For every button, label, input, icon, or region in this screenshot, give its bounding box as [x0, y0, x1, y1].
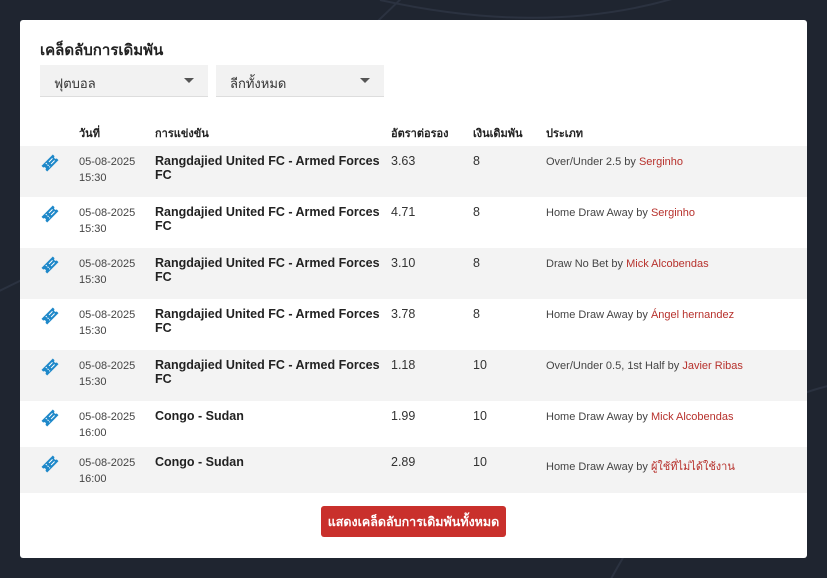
league-select[interactable]: ลีกทั้งหมด [216, 65, 384, 97]
header-date: วันที่ [79, 128, 100, 140]
tip-time: 15:30 [79, 172, 107, 184]
tip-odds: 1.99 [391, 409, 416, 423]
tip-date: 05-08-2025 [79, 207, 136, 219]
tip-type: Draw No Bet by Mick Alcobendas [546, 258, 709, 270]
tip-stake: 10 [473, 455, 487, 469]
tip-type: Home Draw Away by Mick Alcobendas [546, 411, 734, 423]
tipster-link[interactable]: Ángel hernandez [651, 309, 734, 321]
tip-odds: 3.78 [391, 307, 416, 321]
tip-by-label: by [636, 411, 648, 423]
tip-stake: 8 [473, 154, 480, 168]
tip-date: 05-08-2025 [79, 457, 136, 469]
show-all-tips-button[interactable]: แสดงเคล็ดลับการเดิมพันทั้งหมด [321, 506, 506, 537]
tip-date: 05-08-2025 [79, 258, 136, 270]
tip-datetime: 05-08-2025 16:00 [79, 409, 135, 441]
tip-datetime: 05-08-2025 16:00 [79, 455, 135, 487]
tip-odds: 3.63 [391, 154, 416, 168]
tip-date: 05-08-2025 [79, 360, 136, 372]
sport-select-value: ฟุตบอล [54, 76, 96, 91]
tip-match: Rangdajied United FC - Armed Forces FC [155, 358, 380, 386]
ticket-icon[interactable] [41, 358, 59, 376]
tip-type: Over/Under 2.5 by Serginho [546, 156, 683, 168]
tip-by-label: by [636, 207, 648, 219]
tip-time: 16:00 [79, 473, 107, 485]
page-title: เคล็ดลับการเดิมพัน [40, 42, 164, 59]
tip-time: 15:30 [79, 274, 107, 286]
header-match: การแข่งขัน [155, 128, 209, 140]
sport-select[interactable]: ฟุตบอล [40, 65, 208, 97]
tipster-link[interactable]: Javier Ribas [682, 360, 743, 372]
tipster-link[interactable]: ผู้ใช้ที่ไม่ได้ใช้งาน [651, 461, 735, 473]
tip-match: Rangdajied United FC - Armed Forces FC [155, 307, 380, 335]
tip-bet-type: Home Draw Away [546, 207, 634, 219]
tip-by-label: by [636, 309, 648, 321]
tip-datetime: 05-08-2025 15:30 [79, 256, 135, 288]
tip-odds: 3.10 [391, 256, 416, 270]
ticket-icon[interactable] [41, 256, 59, 274]
tip-stake: 8 [473, 205, 480, 219]
tip-time: 16:00 [79, 427, 107, 439]
tip-time: 15:30 [79, 325, 107, 337]
tip-date: 05-08-2025 [79, 411, 136, 423]
ticket-icon[interactable] [41, 154, 59, 172]
table-row: 05-08-2025 15:30 Rangdajied United FC - … [20, 146, 807, 197]
tip-odds: 1.18 [391, 358, 416, 372]
header-type: ประเภท [546, 128, 584, 140]
tip-stake: 8 [473, 307, 480, 321]
tip-datetime: 05-08-2025 15:30 [79, 205, 135, 237]
tip-match: Congo - Sudan [155, 409, 244, 423]
tip-datetime: 05-08-2025 15:30 [79, 307, 135, 339]
ticket-icon[interactable] [41, 307, 59, 325]
tip-odds: 4.71 [391, 205, 416, 219]
tip-type: Over/Under 0.5, 1st Half by Javier Ribas [546, 360, 743, 372]
table-row: 05-08-2025 16:00 Congo - Sudan 2.89 10 H… [20, 447, 807, 493]
tip-stake: 8 [473, 256, 480, 270]
tip-date: 05-08-2025 [79, 156, 136, 168]
betting-tips-card: เคล็ดลับการเดิมพัน ฟุตบอล ลีกทั้งหมด วัน… [20, 20, 807, 558]
tip-time: 15:30 [79, 376, 107, 388]
tip-by-label: by [611, 258, 624, 270]
tip-by-label: by [667, 360, 680, 372]
tip-datetime: 05-08-2025 15:30 [79, 358, 135, 390]
tip-bet-type: Over/Under 2.5 [546, 156, 622, 168]
tip-odds: 2.89 [391, 455, 416, 469]
table-row: 05-08-2025 16:00 Congo - Sudan 1.99 10 H… [20, 401, 807, 447]
tip-match: Rangdajied United FC - Armed Forces FC [155, 205, 380, 233]
tip-by-label: by [624, 156, 636, 168]
header-stake: เงินเดิมพัน [473, 128, 523, 140]
tip-date: 05-08-2025 [79, 309, 136, 321]
tip-match: Rangdajied United FC - Armed Forces FC [155, 256, 380, 284]
tip-type: Home Draw Away by ผู้ใช้ที่ไม่ได้ใช้งาน [546, 457, 735, 475]
tip-match: Rangdajied United FC - Armed Forces FC [155, 154, 380, 182]
tip-match: Congo - Sudan [155, 455, 244, 469]
tip-time: 15:30 [79, 223, 107, 235]
table-row: 05-08-2025 15:30 Rangdajied United FC - … [20, 350, 807, 401]
league-select-value: ลีกทั้งหมด [230, 76, 287, 91]
tip-type: Home Draw Away by Ángel hernandez [546, 309, 734, 321]
tip-bet-type: Home Draw Away [546, 411, 634, 423]
tip-bet-type: Home Draw Away [546, 461, 634, 473]
table-row: 05-08-2025 15:30 Rangdajied United FC - … [20, 299, 807, 350]
ticket-icon[interactable] [41, 205, 59, 223]
tip-bet-type: Draw No Bet [546, 258, 609, 270]
header-odds: อัตราต่อรอง [391, 128, 449, 140]
tip-datetime: 05-08-2025 15:30 [79, 154, 135, 186]
tipster-link[interactable]: Serginho [651, 207, 695, 219]
table-header: วันที่ การแข่งขัน อัตราต่อรอง เงินเดิมพั… [20, 124, 807, 144]
table-row: 05-08-2025 15:30 Rangdajied United FC - … [20, 248, 807, 299]
tip-bet-type: Home Draw Away [546, 309, 634, 321]
table-row: 05-08-2025 15:30 Rangdajied United FC - … [20, 197, 807, 248]
ticket-icon[interactable] [41, 455, 59, 473]
tip-by-label: by [636, 461, 648, 473]
chevron-down-icon [184, 78, 194, 83]
tip-stake: 10 [473, 358, 487, 372]
tip-type: Home Draw Away by Serginho [546, 207, 695, 219]
chevron-down-icon [360, 78, 370, 83]
tipster-link[interactable]: Mick Alcobendas [651, 411, 734, 423]
tipster-link[interactable]: Mick Alcobendas [626, 258, 709, 270]
tip-bet-type: Over/Under 0.5, 1st Half [546, 360, 665, 372]
tip-stake: 10 [473, 409, 487, 423]
ticket-icon[interactable] [41, 409, 59, 427]
tipster-link[interactable]: Serginho [639, 156, 683, 168]
